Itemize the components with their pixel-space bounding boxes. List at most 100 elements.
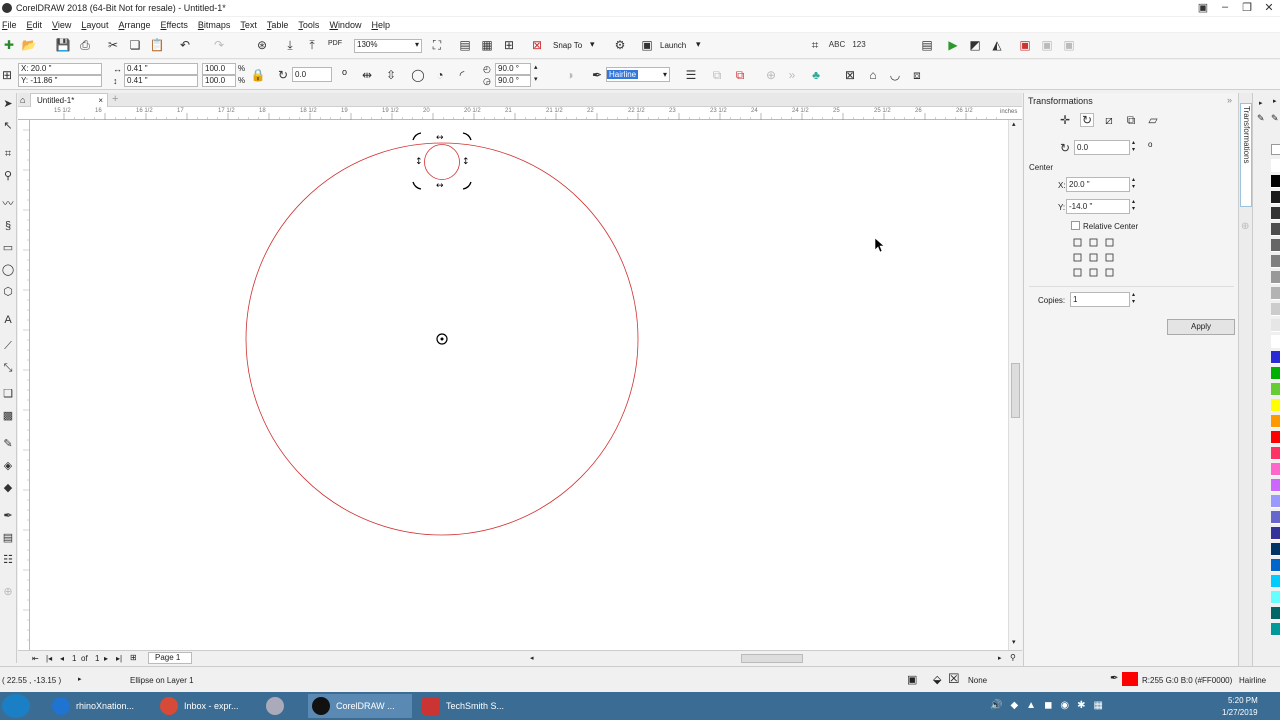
taskbar-app-rhino[interactable]: rhinoXnation... (48, 694, 148, 718)
no-fill-swatch-icon[interactable]: ☒ (948, 671, 960, 687)
open-icon[interactable]: 📂 (22, 38, 37, 52)
palette-swatch[interactable] (1271, 287, 1280, 300)
anchor-center[interactable] (1089, 253, 1098, 262)
ellipse-icon[interactable]: ◯ (411, 68, 425, 82)
height-field[interactable]: 0.41 " (124, 75, 198, 87)
help-window-icon[interactable]: ▣ (1192, 0, 1214, 14)
palette-swatch[interactable] (1271, 191, 1280, 204)
network-icon[interactable]: ▦ (1094, 700, 1103, 714)
hat-icon[interactable]: ⌂ (866, 68, 880, 82)
tray-icon[interactable]: ▲ (1026, 700, 1036, 714)
palette-swatch[interactable] (1271, 591, 1280, 604)
show-grid-icon[interactable]: ▦ (480, 38, 494, 52)
transparency-tool-icon[interactable]: ▩ (1, 409, 15, 423)
stop-macro-icon[interactable]: ▣ (1018, 38, 1032, 52)
menu-effects[interactable]: Effects (158, 20, 195, 30)
menu-table[interactable]: Table (265, 20, 297, 30)
convert-to-curves-icon[interactable]: ⧉ (710, 68, 724, 82)
palette-swatch[interactable] (1271, 479, 1280, 492)
taskbar-app-techsmith[interactable]: TechSmith S... (418, 694, 522, 718)
relative-center-checkbox[interactable] (1071, 221, 1080, 230)
palette-swatch[interactable] (1271, 463, 1280, 476)
scroll-up-icon[interactable]: ▴ (1012, 120, 1016, 128)
drawing-canvas[interactable]: ↔ ↔ ↕ ↕ (30, 120, 1008, 650)
copies-field[interactable]: 1 (1070, 292, 1130, 307)
frame-icon[interactable]: ⧈ (910, 68, 924, 82)
no-color-swatch[interactable] (1271, 144, 1280, 155)
page-tab-1[interactable]: Page 1 (148, 652, 192, 664)
macro-editor-icon[interactable]: ▤ (920, 38, 934, 52)
undo-icon[interactable]: ↶ (178, 38, 192, 52)
menu-layout[interactable]: Layout (79, 20, 116, 30)
skew-handle-bottom[interactable]: ↔ (436, 181, 444, 191)
palette-swatch[interactable] (1271, 383, 1280, 396)
rotate-handle-top-right[interactable] (462, 132, 472, 141)
outline-pen-status-icon[interactable]: ✒ (1110, 673, 1118, 684)
previous-page-button[interactable]: ◂ (60, 654, 64, 663)
spin-up-icon[interactable]: ▴ (534, 63, 538, 71)
numbers-icon[interactable]: 123 (852, 38, 866, 52)
palette-swatch[interactable] (1271, 559, 1280, 572)
fill-bucket-icon[interactable]: ⬙ (933, 673, 941, 686)
crop-tool-icon[interactable]: ⌗ (1, 147, 15, 161)
anchor-bottom-center[interactable] (1089, 268, 1098, 277)
chevron-down-icon[interactable]: ▾ (415, 40, 419, 50)
taskbar-app-pinned[interactable] (262, 694, 302, 718)
docker-collapse-icon[interactable]: » (1227, 95, 1232, 105)
rotate-handle-bottom-right[interactable] (462, 181, 472, 190)
anchor-top-left[interactable] (1073, 238, 1082, 247)
palette-swatch[interactable] (1271, 623, 1280, 636)
add-page-icon[interactable]: ⊞ (130, 653, 137, 662)
last-page-button[interactable]: ▸| (116, 654, 122, 663)
snap-dropdown-icon[interactable]: ▾ (590, 39, 595, 50)
interactive-fill-icon[interactable]: ◈ (1, 459, 15, 473)
palette-swatch[interactable] (1271, 159, 1280, 172)
tab-untitled-1[interactable]: Untitled-1* × (30, 93, 108, 107)
bluetooth-icon[interactable]: ✱ (1077, 700, 1085, 714)
anchor-bottom-left[interactable] (1073, 268, 1082, 277)
publish-pdf-label[interactable]: PDF (328, 40, 342, 47)
rotate-handle-top-left[interactable] (412, 132, 422, 141)
rectangle-tool-icon[interactable]: ▭ (1, 241, 15, 255)
palette-swatch[interactable] (1271, 303, 1280, 316)
anchor-bottom-right[interactable] (1105, 268, 1114, 277)
show-guidelines-icon[interactable]: ⊞ (502, 38, 516, 52)
palette-swatch[interactable] (1271, 527, 1280, 540)
zoom-corner-icon[interactable]: ⚲ (1010, 653, 1016, 662)
tray-icon[interactable]: ◉ (1060, 700, 1069, 714)
rotate-handle-bottom-left[interactable] (412, 181, 422, 190)
width-field[interactable]: 0.41 " (124, 63, 198, 75)
color-proofing-icon[interactable]: ▣ (907, 673, 917, 686)
add-docker-icon[interactable]: ⊕ (1241, 221, 1249, 232)
pen-icon[interactable]: ✎ (1257, 113, 1265, 124)
skew-handle-left[interactable]: ↕ (415, 157, 423, 167)
skew-handle-top[interactable]: ↔ (436, 133, 444, 143)
launch-label[interactable]: Launch (660, 41, 686, 50)
anchor-middle-left[interactable] (1073, 253, 1082, 262)
palette-swatch[interactable] (1271, 415, 1280, 428)
close-tab-icon[interactable]: × (98, 94, 103, 107)
rotate-transform-icon[interactable]: ↻ (1080, 113, 1094, 127)
smart-fill-icon[interactable]: ◆ (1, 481, 15, 495)
redo-icon[interactable]: ↷ (212, 38, 226, 52)
freehand-tool-icon[interactable]: 〰 (1, 197, 15, 211)
add-icon[interactable]: ⊕ (764, 68, 778, 82)
menu-tools[interactable]: Tools (296, 20, 327, 30)
spin-icon[interactable]: ▴ ▾ (1132, 198, 1135, 212)
start-angle-field[interactable]: 90.0 ° (495, 63, 531, 75)
palette-menu-icon[interactable]: ▸ (1273, 97, 1277, 105)
y-position-field[interactable]: Y: -11.86 " (18, 75, 102, 87)
launch-icon[interactable]: ▣ (640, 38, 654, 52)
shape-tool-icon[interactable]: ↖ (1, 119, 15, 133)
menu-file[interactable]: File (0, 20, 25, 30)
ellipse-tool-icon[interactable]: ◯ (1, 263, 15, 277)
skew-handle-right[interactable]: ↕ (462, 157, 470, 167)
export-icon[interactable]: ⤒ (305, 38, 319, 52)
palette-swatch[interactable] (1271, 607, 1280, 620)
drop-shadow-icon[interactable]: ❑ (1, 387, 15, 401)
palette-swatch[interactable] (1271, 239, 1280, 252)
plugin-icon[interactable]: ♣ (809, 68, 823, 82)
new-tab-icon[interactable]: + (112, 93, 118, 105)
volume-icon[interactable]: 🔊 (990, 700, 1002, 714)
first-page-icon[interactable]: ⇤ (32, 654, 39, 663)
